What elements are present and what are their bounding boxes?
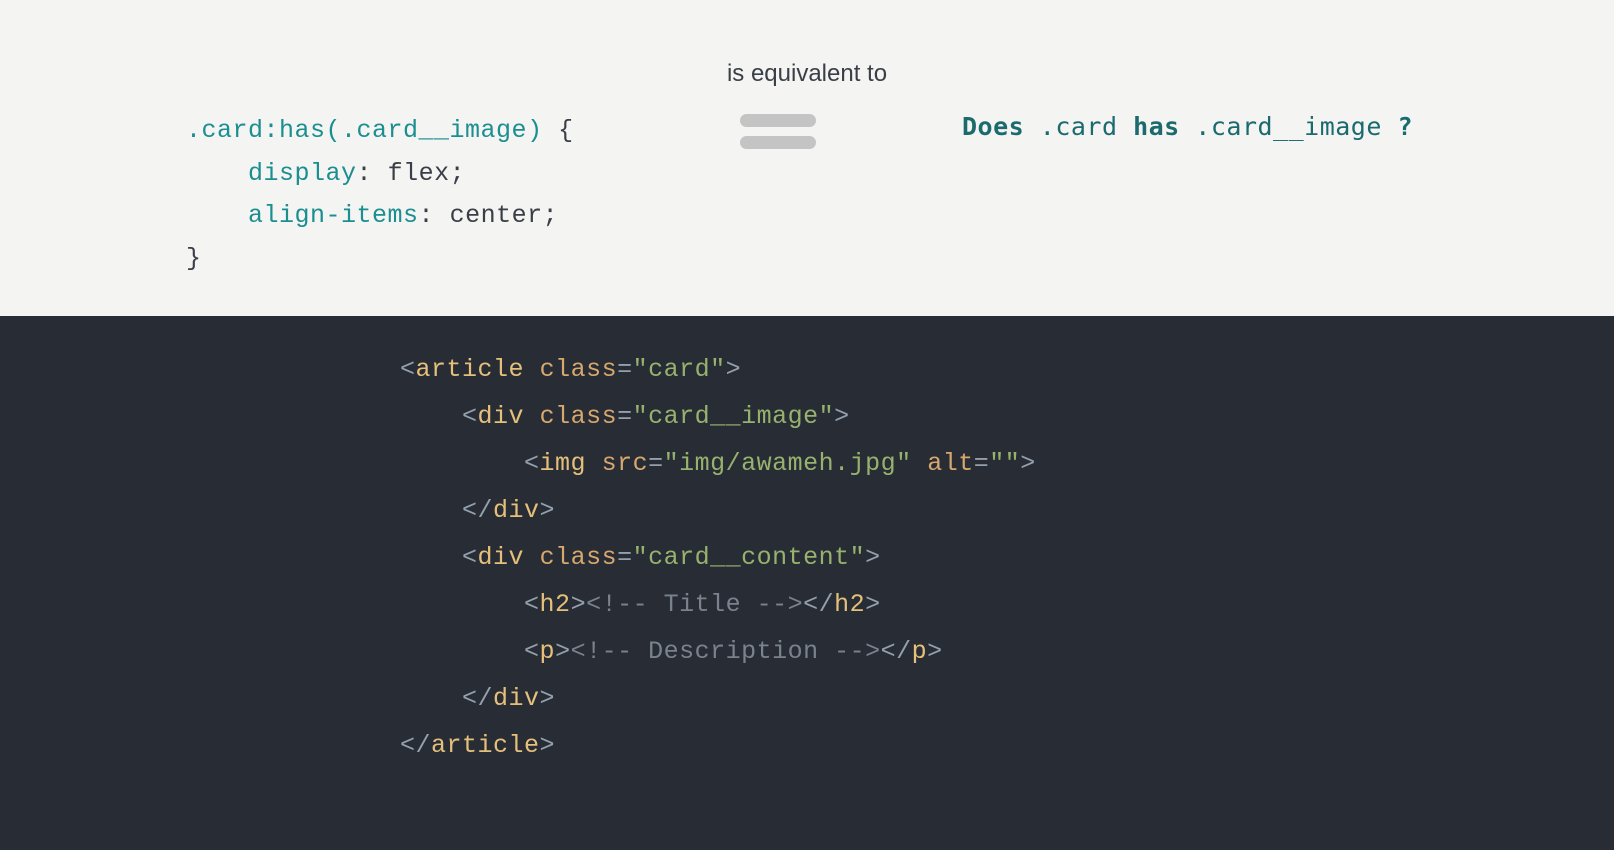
code-token: p xyxy=(540,637,556,666)
code-token: " xyxy=(1005,449,1021,478)
code-token xyxy=(524,355,540,384)
code-token xyxy=(400,496,462,525)
code-token: h2 xyxy=(834,590,865,619)
code-token: class xyxy=(540,355,618,384)
equals-icon xyxy=(740,114,816,158)
code-token: > xyxy=(726,355,742,384)
code-token: img/awameh.jpg xyxy=(679,449,896,478)
code-token: " xyxy=(633,543,649,572)
code-token: </ xyxy=(462,684,493,713)
code-token: > xyxy=(540,731,556,760)
code-token: " xyxy=(819,402,835,431)
question-word-has: has xyxy=(1118,112,1196,141)
equivalent-label: is equivalent to xyxy=(0,60,1614,88)
css-colon1: : xyxy=(357,159,388,188)
code-token: <!-- Description --> xyxy=(571,637,881,666)
code-token: < xyxy=(462,402,478,431)
upper-panel: is equivalent to .card:has(.card__image)… xyxy=(0,0,1614,316)
code-token: article xyxy=(431,731,540,760)
code-token: " xyxy=(710,355,726,384)
code-token: < xyxy=(524,449,540,478)
code-token: " xyxy=(850,543,866,572)
code-token: " xyxy=(896,449,912,478)
code-token: > xyxy=(571,590,587,619)
code-token: alt xyxy=(927,449,974,478)
html-code-block: <article class="card"> <div class="card_… xyxy=(400,346,1614,769)
code-token: <!-- Title --> xyxy=(586,590,803,619)
code-token: " xyxy=(989,449,1005,478)
question-mark: ? xyxy=(1382,112,1413,141)
css-colon2: : xyxy=(419,201,450,230)
code-token xyxy=(400,637,524,666)
code-token: div xyxy=(493,684,540,713)
code-token: div xyxy=(478,543,525,572)
question-text: Does .card has .card__image ? xyxy=(962,112,1413,141)
code-token xyxy=(400,543,462,572)
code-token: p xyxy=(912,637,928,666)
css-selector-closeparen: ) xyxy=(527,116,543,145)
code-token: class xyxy=(540,402,618,431)
code-token xyxy=(524,402,540,431)
css-prop2: align-items xyxy=(248,201,419,230)
code-token: div xyxy=(478,402,525,431)
code-token: = xyxy=(648,449,664,478)
css-brace-close: } xyxy=(186,244,202,273)
code-token: class xyxy=(540,543,618,572)
code-token: > xyxy=(834,402,850,431)
question-word-does: Does xyxy=(962,112,1040,141)
code-token: < xyxy=(524,637,540,666)
code-token: = xyxy=(617,543,633,572)
code-token: < xyxy=(400,355,416,384)
code-token: < xyxy=(524,590,540,619)
lower-panel: <article class="card"> <div class="card_… xyxy=(0,316,1614,850)
css-indent2 xyxy=(186,201,248,230)
code-token: h2 xyxy=(540,590,571,619)
code-token xyxy=(400,684,462,713)
code-token xyxy=(400,590,524,619)
code-token: " xyxy=(633,355,649,384)
code-token: card__content xyxy=(648,543,850,572)
css-selector-pseudo: :has( xyxy=(264,116,342,145)
css-brace-open: { xyxy=(543,116,574,145)
code-token: = xyxy=(617,355,633,384)
code-token xyxy=(400,402,462,431)
code-token: > xyxy=(540,496,556,525)
code-token xyxy=(912,449,928,478)
code-token: = xyxy=(974,449,990,478)
code-token: article xyxy=(416,355,525,384)
code-token: </ xyxy=(881,637,912,666)
code-token: > xyxy=(540,684,556,713)
code-token: " xyxy=(664,449,680,478)
question-sel1: .card xyxy=(1040,112,1118,141)
code-token: </ xyxy=(462,496,493,525)
code-token xyxy=(524,543,540,572)
code-token: > xyxy=(555,637,571,666)
code-token: card xyxy=(648,355,710,384)
code-token: > xyxy=(865,543,881,572)
code-token: div xyxy=(493,496,540,525)
code-token xyxy=(586,449,602,478)
css-selector-arg: .card__image xyxy=(341,116,527,145)
code-token: = xyxy=(617,402,633,431)
code-token: img xyxy=(540,449,587,478)
css-code-block: .card:has(.card__image) { display: flex;… xyxy=(186,110,574,280)
css-indent1 xyxy=(186,159,248,188)
question-sel2: .card__image xyxy=(1195,112,1382,141)
code-token: " xyxy=(633,402,649,431)
code-token: > xyxy=(1020,449,1036,478)
css-val2: center; xyxy=(450,201,559,230)
code-token: < xyxy=(462,543,478,572)
code-token: </ xyxy=(803,590,834,619)
code-token: src xyxy=(602,449,649,478)
code-token: > xyxy=(865,590,881,619)
code-token: </ xyxy=(400,731,431,760)
code-token xyxy=(400,449,524,478)
css-val1: flex; xyxy=(388,159,466,188)
css-prop1: display xyxy=(248,159,357,188)
code-token: > xyxy=(927,637,943,666)
css-selector-class: .card xyxy=(186,116,264,145)
code-token: card__image xyxy=(648,402,819,431)
